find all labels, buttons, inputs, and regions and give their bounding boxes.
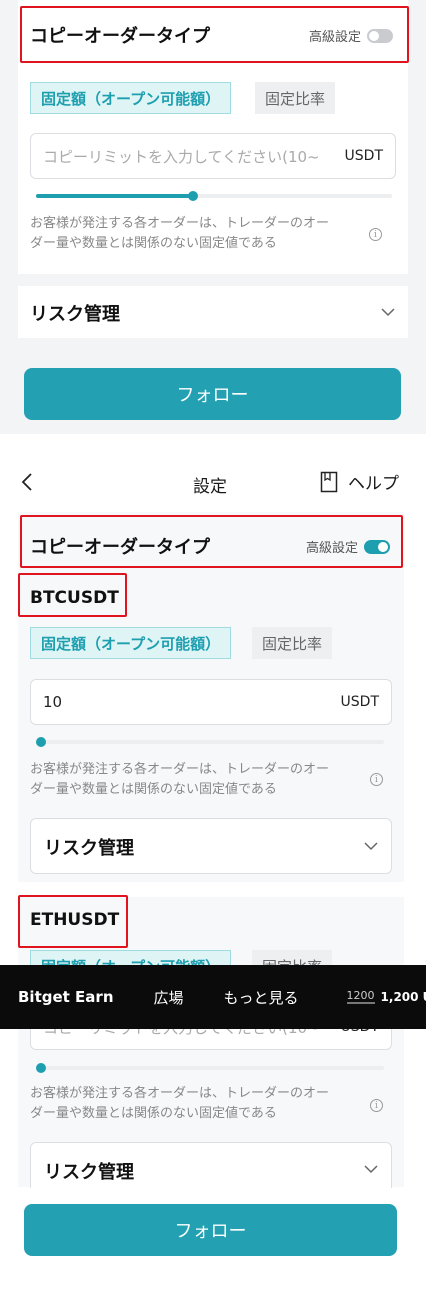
info-icon[interactable]: i [369,228,382,241]
copy-limit-placeholder: コピーリミットを入力してください(10~ [43,147,320,166]
brand-label[interactable]: Bitget Earn [18,988,114,1006]
chevron-down-icon[interactable] [364,1162,378,1176]
unit-label: USDT [340,694,379,710]
description-line: お客様が発注する各オーダーは、トレーダーのオー [30,1086,330,1101]
description-line: お客様が発注する各オーダーは、トレーダーのオー [30,216,330,231]
promo-banner: Bitget Earn 広場 もっと見る 1200 1,200 USD [0,965,426,1029]
copy-limit-input[interactable]: 10 USDT [30,679,392,725]
more-label[interactable]: もっと見る [224,987,299,1008]
slider-fill [36,194,193,198]
help-label: ヘルプ [348,474,399,494]
chevron-down-icon[interactable] [364,839,378,853]
tab-fixed-ratio[interactable]: 固定比率 [255,82,336,114]
amount-slider[interactable] [36,191,392,201]
copy-limit-value: 10 [43,693,63,711]
description-line: ダー量や数量とは関係のない固定値である [30,782,277,797]
amount-slider[interactable] [36,737,384,747]
description: お客様が発注する各オーダーは、トレーダーのオー ダー量や数量とは関係のない固定値… [30,1084,370,1124]
risk-management-label: リスク管理 [44,1162,134,1183]
amount-label: 1,200 USD [380,990,426,1004]
slider-handle[interactable] [36,737,46,747]
tab-fixed-amount[interactable]: 固定額（オープン可能額） [30,82,232,114]
book-icon [320,471,338,492]
description-line: ダー量や数量とは関係のない固定値である [30,236,277,251]
follow-button[interactable]: フォロー [24,368,401,420]
highlight-box [20,515,403,568]
highlight-box [18,573,127,617]
coin-badge-icon: 1200 [346,989,375,1004]
slider-handle[interactable] [187,191,198,201]
follow-button[interactable]: フォロー [24,1204,397,1256]
unit-label: USDT [344,148,383,164]
risk-management-label: リスク管理 [44,838,134,859]
tab-fixed-ratio[interactable]: 固定比率 [252,627,333,659]
ad-label[interactable]: 広場 [154,987,184,1008]
amount-slider[interactable] [36,1063,384,1073]
description-line: ダー量や数量とは関係のない固定値である [30,1106,277,1121]
back-arrow-icon[interactable] [20,472,34,492]
highlight-box [18,895,128,948]
info-icon[interactable]: i [370,773,383,786]
page-title: 設定 [193,477,227,497]
description: お客様が発注する各オーダーは、トレーダーのオー ダー量や数量とは関係のない固定値… [30,214,370,254]
highlight-box [20,6,409,63]
help-link[interactable]: ヘルプ [320,469,399,494]
chevron-down-icon[interactable] [381,305,395,319]
description: お客様が発注する各オーダーは、トレーダーのオー ダー量や数量とは関係のない固定値… [30,760,370,800]
tab-fixed-amount[interactable]: 固定額（オープン可能額） [30,627,232,659]
copy-limit-input[interactable]: コピーリミットを入力してください(10~ USDT [30,133,396,179]
description-line: お客様が発注する各オーダーは、トレーダーのオー [30,762,330,777]
risk-management-label: リスク管理 [30,304,120,325]
info-icon[interactable]: i [370,1099,383,1112]
slider-handle[interactable] [36,1063,46,1073]
